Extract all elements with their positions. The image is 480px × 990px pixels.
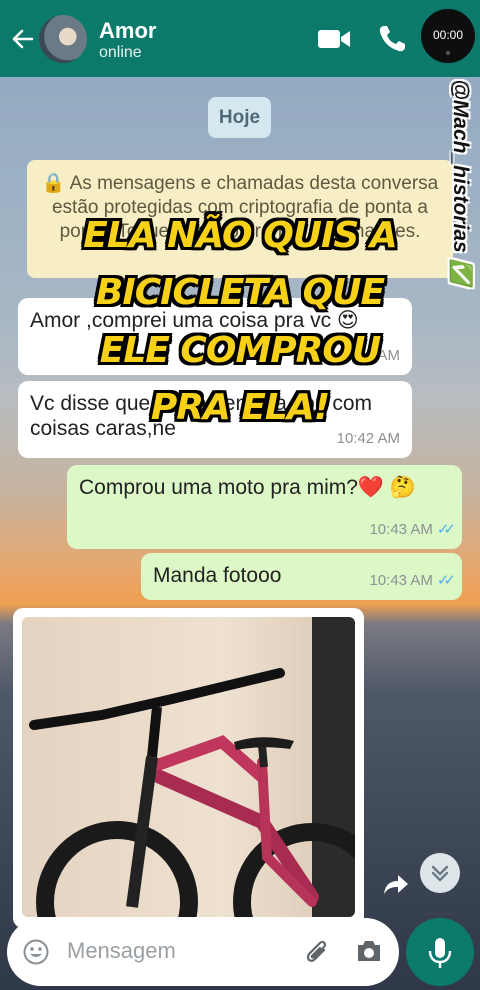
emoji-icon[interactable] <box>23 939 49 965</box>
phone-call-icon[interactable] <box>377 24 407 54</box>
date-pill: Hoje <box>208 97 271 138</box>
microphone-icon <box>428 938 452 968</box>
message-time: 10:42 AM <box>336 430 400 447</box>
forward-icon[interactable] <box>383 873 409 895</box>
recording-timer[interactable]: 00:00 <box>421 9 475 63</box>
message-composer[interactable]: Mensagem <box>7 918 399 986</box>
voice-message-button[interactable] <box>406 918 474 986</box>
message-outgoing[interactable]: Comprou uma moto pra mim?❤️ 🤔 10:43 AM ✓✓ <box>67 465 462 549</box>
message-outgoing[interactable]: Manda fotooo 10:43 AM ✓✓ <box>141 553 462 600</box>
overlay-caption-line: ELA NÃO QUIS A <box>83 215 398 256</box>
avatar[interactable] <box>39 15 87 63</box>
timer-text: 00:00 <box>432 28 464 42</box>
message-input[interactable]: Mensagem <box>67 938 176 964</box>
attach-icon[interactable] <box>304 937 332 967</box>
read-ticks-icon: ✓✓ <box>436 521 456 538</box>
camera-icon[interactable] <box>355 938 383 964</box>
message-time: 10:43 AM ✓✓ <box>369 521 456 538</box>
overlay-caption-line: PRA ELA! <box>150 387 330 428</box>
bicycle-image <box>29 617 355 917</box>
message-text: Comprou uma moto pra mim?❤️ 🤔 <box>79 476 417 499</box>
overlay-caption-line: BICICLETA QUE <box>95 272 385 313</box>
contact-name[interactable]: Amor <box>99 18 156 44</box>
scroll-down-button[interactable] <box>420 853 460 893</box>
message-text: Manda fotooo <box>153 564 282 587</box>
photo-message[interactable] <box>13 608 364 928</box>
timer-dot <box>446 51 450 55</box>
overlay-caption-line: ELE COMPROU <box>99 330 381 371</box>
chat-header: Amor online 00:00 <box>0 0 480 77</box>
bicycle-photo[interactable] <box>22 617 355 917</box>
message-time: 10:43 AM ✓✓ <box>369 572 456 589</box>
contact-status: online <box>99 44 142 61</box>
read-ticks-icon: ✓✓ <box>436 572 456 589</box>
double-chevron-down-icon <box>431 865 449 882</box>
back-arrow-icon[interactable] <box>10 24 36 54</box>
video-call-icon[interactable] <box>317 27 351 51</box>
